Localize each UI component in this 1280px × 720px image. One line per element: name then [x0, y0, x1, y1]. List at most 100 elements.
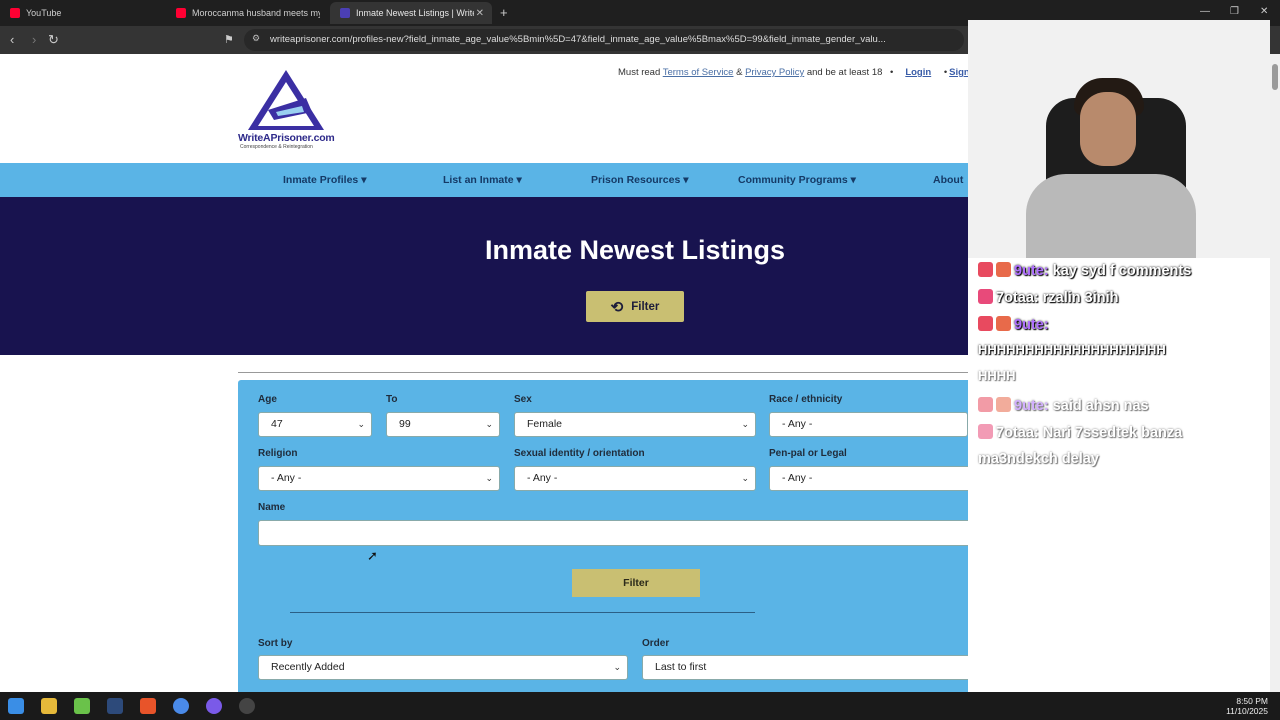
sortby-select[interactable]: Recently Added ⌄ [258, 655, 628, 680]
age-label: Age [258, 394, 277, 405]
orientation-label: Sexual identity / orientation [514, 448, 645, 459]
og-badge-icon [996, 262, 1011, 277]
file-explorer-icon[interactable] [41, 698, 57, 714]
og-badge-icon [996, 316, 1011, 331]
race-select[interactable]: - Any - [769, 412, 968, 437]
web-page: Must read Terms of Service & Privacy Pol… [0, 54, 968, 692]
filter-panel: Age 47 ⌄ To 99 ⌄ Sex Female ⌄ Race / ethnic… [238, 380, 968, 692]
signup-link[interactable]: Sign [949, 67, 968, 78]
caret-down-icon: ▾ [361, 174, 367, 186]
select-value: - Any - [782, 472, 813, 484]
site-logo[interactable]: WriteAPrisoner.com Correspondence & Rein… [236, 68, 336, 150]
chat-message: 7otaa: Nari 7ssedtek banza [978, 424, 1182, 441]
select-value: Last to first [655, 661, 707, 673]
og-badge-icon [996, 397, 1011, 412]
chat-message: 9ute: said ahsn nas [978, 397, 1149, 414]
to-label: To [386, 394, 398, 405]
select-value: 99 [399, 418, 411, 430]
select-value: - Any - [527, 472, 558, 484]
minimize-icon[interactable]: — [1200, 6, 1210, 17]
chat-text: Nari 7ssedtek banza [1042, 425, 1183, 441]
chat-message: 7otaa: rzalin 3inih [978, 289, 1119, 306]
bookmark-icon[interactable]: ⚑ [224, 33, 234, 46]
age-max-select[interactable]: 99 ⌄ [386, 412, 500, 437]
orientation-select[interactable]: - Any - ⌄ [514, 466, 756, 491]
caret-down-icon: ▾ [850, 174, 856, 186]
privacy-policy-link[interactable]: Privacy Policy [745, 67, 804, 78]
site-info-icon[interactable]: ⚙ [252, 33, 260, 44]
hero-filter-button[interactable]: ⟲ Filter [586, 291, 684, 322]
rocket-badge-icon [978, 397, 993, 412]
discord-icon[interactable] [206, 698, 222, 714]
filter-submit-button[interactable]: Filter [572, 569, 700, 597]
system-clock: 8:50 PM 11/10/2025 [1226, 696, 1268, 716]
nav-prison-resources[interactable]: Prison Resources ▾ [591, 174, 689, 186]
age-min-select[interactable]: 47 ⌄ [258, 412, 372, 437]
app-icon[interactable] [74, 698, 90, 714]
chat-text: rzalin 3inih [1042, 290, 1119, 306]
tab-video[interactable]: Moroccanma husband meets my Me [166, 2, 330, 24]
rocket-badge-icon [978, 316, 993, 331]
close-tab-icon[interactable]: ✕ [476, 8, 484, 19]
webcam-overlay [968, 20, 1270, 258]
chat-message: HHHH [978, 368, 1016, 383]
chat-message: 9ute: kay syd f comments [978, 262, 1191, 279]
close-window-icon[interactable]: ✕ [1260, 6, 1268, 17]
tab-youtube[interactable]: YouTube [0, 2, 168, 24]
nav-inmate-profiles[interactable]: Inmate Profiles ▾ [283, 174, 366, 186]
hero-filter-label: Filter [631, 300, 660, 313]
page-scrollbar[interactable] [1270, 54, 1280, 692]
logo-tagline: Correspondence & Reintegration [240, 144, 313, 150]
streamer-face [1080, 92, 1136, 166]
tab-title: YouTube [26, 8, 62, 18]
chat-username: 9ute: [1014, 317, 1049, 333]
select-value: - Any - [271, 472, 302, 484]
terms-of-service-link[interactable]: Terms of Service [663, 67, 734, 78]
nav-list-an-inmate[interactable]: List an Inmate ▾ [443, 174, 522, 186]
sortby-label: Sort by [258, 638, 293, 649]
obs-icon[interactable] [239, 698, 255, 714]
chevron-down-icon: ⌄ [741, 473, 749, 483]
back-icon[interactable]: ‹ [10, 32, 14, 47]
logo-triangle-icon [248, 70, 324, 130]
nav-label: Inmate Profiles [283, 174, 359, 186]
app-icon[interactable] [107, 698, 123, 714]
reload-icon[interactable]: ↻ [48, 32, 59, 48]
chevron-down-icon: ⌄ [485, 473, 493, 483]
login-link[interactable]: Login [905, 67, 931, 78]
section-divider [238, 372, 968, 373]
tab-inmate-listings[interactable]: Inmate Newest Listings | WriteA ✕ [330, 2, 492, 24]
bullet: • [890, 67, 894, 78]
chevron-down-icon: ⌄ [741, 419, 749, 429]
new-tab-icon[interactable]: + [500, 5, 508, 20]
chrome-icon[interactable] [173, 698, 189, 714]
youtube-icon [10, 8, 20, 18]
name-label: Name [258, 502, 286, 513]
notice-prefix: Must read [618, 67, 661, 78]
chat-message: HHHHHHHHHHHHHHHHHHHH [978, 342, 1166, 357]
forward-icon[interactable]: › [32, 32, 36, 47]
writeaprisoner-icon [340, 8, 350, 18]
scroll-thumb[interactable] [1272, 64, 1278, 90]
nav-label: Prison Resources [591, 174, 681, 186]
select-value: - Any - [782, 418, 813, 430]
restore-icon[interactable]: ❐ [1230, 6, 1239, 17]
heart-badge-icon [978, 289, 993, 304]
name-input[interactable] [258, 520, 968, 546]
nav-about[interactable]: About [933, 174, 963, 186]
stream-chat-overlay: 9ute: kay syd f comments 7otaa: rzalin 3… [968, 258, 1270, 478]
brave-icon[interactable] [140, 698, 156, 714]
select-value: Recently Added [271, 661, 345, 673]
notice-suffix: and be at least 18 [806, 67, 883, 78]
nav-label: List an Inmate [443, 174, 514, 186]
order-select[interactable]: Last to first⌄ [642, 655, 968, 680]
sex-select[interactable]: Female ⌄ [514, 412, 756, 437]
penpal-select[interactable]: - Any -⌄ [769, 466, 968, 491]
notice-amp: & [736, 67, 743, 78]
religion-select[interactable]: - Any - ⌄ [258, 466, 500, 491]
terms-notice: Must read Terms of Service & Privacy Pol… [618, 67, 882, 78]
address-bar[interactable]: writeaprisoner.com/profiles-new?field_in… [244, 29, 964, 51]
bullet: • [943, 67, 948, 78]
nav-community-programs[interactable]: Community Programs ▾ [738, 174, 856, 186]
start-icon[interactable] [8, 698, 24, 714]
